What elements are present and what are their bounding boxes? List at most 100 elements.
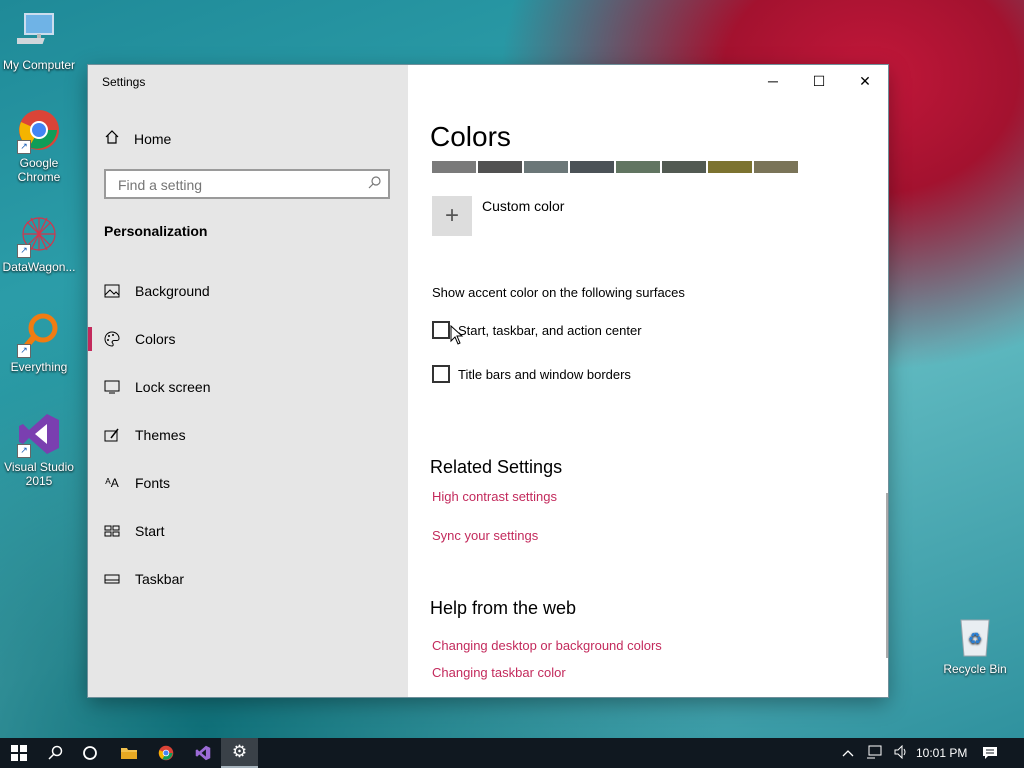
help-link-taskbar-color[interactable]: Changing taskbar color [432,665,566,680]
sidebar-item-label: Fonts [135,475,171,491]
search-input[interactable] [116,176,360,194]
search-icon[interactable] [368,175,382,192]
plus-icon[interactable]: + [432,196,472,236]
chevron-up-icon[interactable] [842,746,854,760]
desktop-icon-label: Google Chrome [17,156,61,184]
volume-icon[interactable] [894,744,908,762]
sidebar-item-colors[interactable]: Colors [88,315,408,363]
color-swatch[interactable] [662,161,706,173]
settings-taskbar-button[interactable]: ⚙ [221,738,258,768]
brush-icon [104,427,120,443]
system-tray [842,738,908,768]
settings-window: Settings Home Personalization Background [88,65,888,697]
color-swatch[interactable] [754,161,798,173]
custom-color-label: Custom color [482,198,565,214]
recycle-bin-icon: ♻ [953,614,997,658]
sidebar-item-themes[interactable]: Themes [88,411,408,459]
chrome-taskbar-button[interactable] [147,738,184,768]
visual-studio-taskbar-button[interactable] [184,738,221,768]
sync-settings-link[interactable]: Sync your settings [432,528,538,543]
palette-icon [104,331,120,347]
close-button[interactable]: ✕ [842,65,888,97]
shortcut-arrow-icon: ↗ [17,344,31,358]
sidebar-item-label: Background [135,283,210,299]
mouse-cursor [450,324,464,350]
chrome-icon [158,745,173,761]
action-center-button[interactable] [982,738,998,768]
section-title: Personalization [104,223,208,239]
notification-icon [983,747,997,759]
high-contrast-link[interactable]: High contrast settings [432,489,557,504]
shortcut-arrow-icon: ↗ [17,244,31,258]
sidebar-nav: Background Colors Lock screen Themes ᴬA … [88,267,408,603]
custom-color-control[interactable]: + Custom color [432,196,564,236]
start-grid-icon [104,525,120,537]
color-swatch[interactable] [432,161,476,173]
checkbox-box[interactable] [432,321,450,339]
help-link-desktop-colors[interactable]: Changing desktop or background colors [432,638,662,653]
monitor-icon [104,380,120,394]
checkbox-title-bars[interactable]: Title bars and window borders [432,365,631,383]
sidebar-item-label: Colors [135,331,176,347]
gear-icon: ⚙ [231,742,248,761]
accent-surfaces-label: Show accent color on the following surfa… [432,285,685,300]
sidebar-item-label: Start [135,523,165,539]
minimize-button[interactable]: ─ [750,65,796,97]
accent-color-swatches [432,161,798,173]
cortana-icon [82,746,97,760]
checkbox-box[interactable] [432,365,450,383]
svg-text:♻: ♻ [968,631,982,648]
sidebar-item-start[interactable]: Start [88,507,408,555]
desktop-icon-everything[interactable]: ↗ Everything [0,312,79,374]
network-icon[interactable] [866,745,882,762]
sidebar-item-fonts[interactable]: ᴬA Fonts [88,459,408,507]
home-icon [104,129,120,148]
chrome-icon: ↗ [17,108,61,154]
search-button[interactable] [36,738,73,768]
color-swatch[interactable] [616,161,660,173]
color-swatch[interactable] [478,161,522,173]
file-explorer-button[interactable] [110,738,147,768]
taskbar: ⚙ 10:01 PM [0,738,1024,768]
sidebar-item-lock-screen[interactable]: Lock screen [88,363,408,411]
related-settings-heading: Related Settings [430,457,563,477]
color-swatch[interactable] [708,161,752,173]
sidebar-item-background[interactable]: Background [88,267,408,315]
home-nav-item[interactable]: Home [104,129,171,148]
checkbox-label: Start, taskbar, and action center [458,322,642,338]
taskbar-icon [104,574,120,584]
fonts-icon: ᴬA [105,476,119,490]
maximize-button[interactable]: ☐ [796,65,842,97]
search-icon [47,745,62,760]
shortcut-arrow-icon: ↗ [17,444,31,458]
desktop-icon-label: Visual Studio 2015 [4,460,74,488]
desktop-icon-visual-studio[interactable]: ↗ Visual Studio 2015 [0,412,79,488]
shortcut-arrow-icon: ↗ [17,140,31,154]
desktop-icon-label: Recycle Bin [943,662,1007,676]
color-swatch[interactable] [524,161,568,173]
start-button[interactable] [0,738,37,768]
scrollbar[interactable] [886,493,888,658]
folder-icon [120,748,137,759]
page-title: Colors [430,121,511,152]
computer-icon [10,10,61,54]
clock[interactable]: 10:01 PM [916,738,967,768]
desktop-icon-datawagon[interactable]: ↗ DataWagon... [0,212,79,274]
sidebar-item-taskbar[interactable]: Taskbar [88,555,408,603]
color-swatch[interactable] [570,161,614,173]
desktop-icon-label: Everything [10,360,68,374]
visual-studio-icon: ↗ [17,412,61,458]
settings-sidebar: Settings Home Personalization Background [88,65,408,697]
picture-icon [104,284,120,298]
desktop-icon-my-computer[interactable]: My Computer [0,10,79,72]
visual-studio-icon [195,745,210,761]
find-setting-search[interactable] [104,169,390,199]
everything-search-icon: ↗ [17,312,61,358]
desktop-icon-google-chrome[interactable]: ↗ Google Chrome [0,108,79,184]
help-heading: Help from the web [430,598,577,618]
cortana-button[interactable] [71,738,108,768]
sidebar-item-label: Themes [135,427,186,443]
sidebar-item-label: Taskbar [135,571,185,587]
colors-page: ─ ☐ ✕ Colors + Custom color Show accent … [408,65,888,697]
desktop-icon-recycle-bin[interactable]: ♻ Recycle Bin [935,614,1015,676]
